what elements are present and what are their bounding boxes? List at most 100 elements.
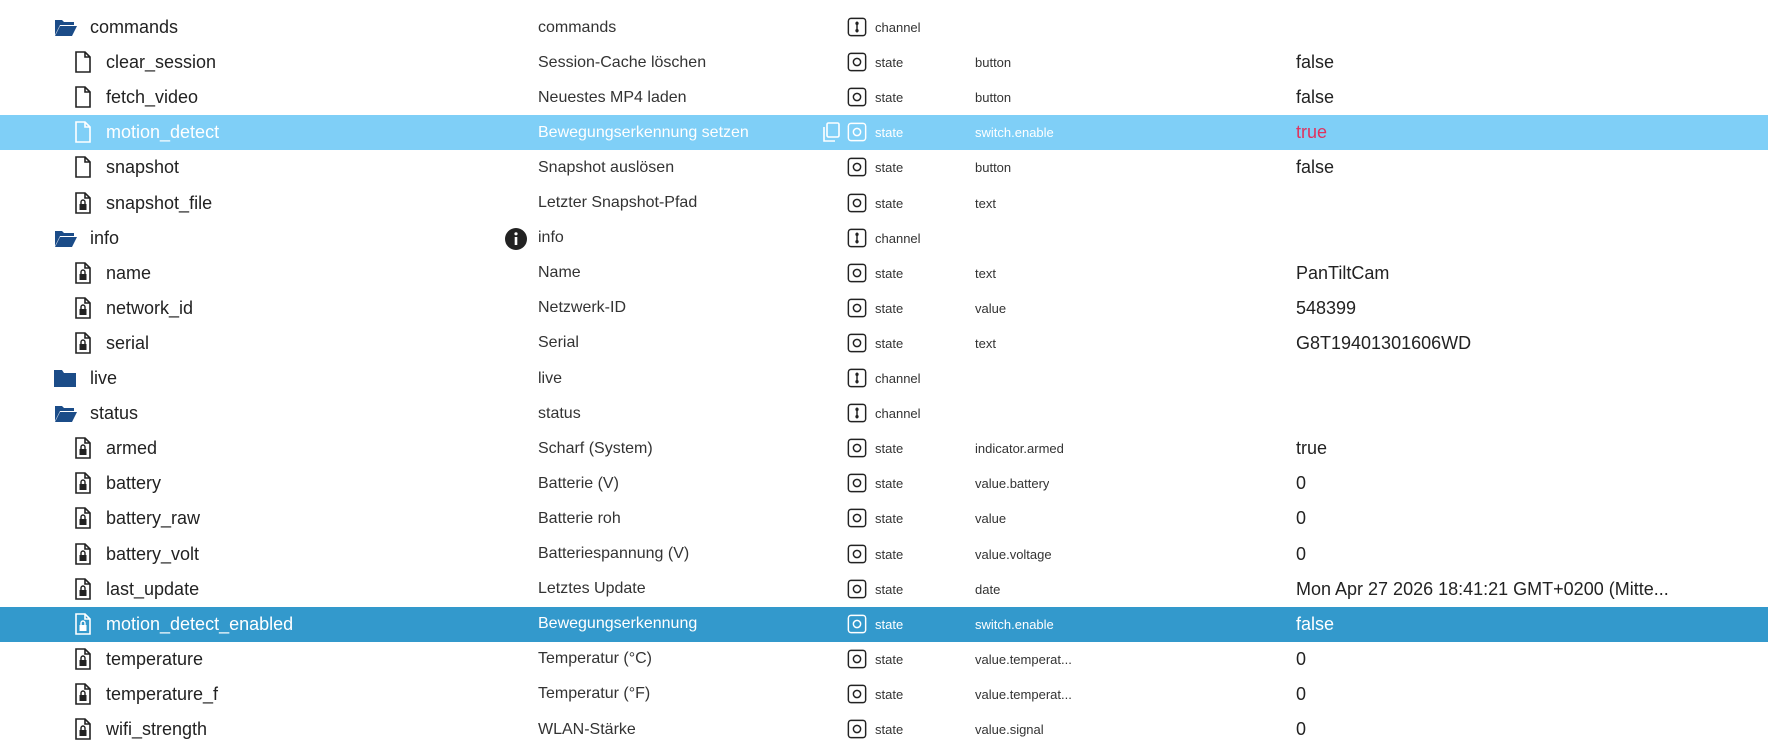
object-id: wifi_strength [106,719,208,739]
state-icon [847,684,869,706]
info-icon[interactable] [504,227,528,251]
object-name: Temperatur (°F) [538,685,651,703]
file-lock-icon [74,472,98,495]
object-id: clear_session [106,52,217,73]
object-type: state [875,335,904,351]
file-lock-icon [74,647,98,670]
object-value[interactable]: 0 [1296,544,1306,565]
tree-row-temperature-f[interactable]: temperature_f Temperatur (°F) state value.t… [0,677,1768,712]
tree-row-battery-raw[interactable]: battery_raw Batterie roh state value 0 [0,501,1768,536]
object-value[interactable]: 0 [1296,649,1306,670]
object-type: channel [875,371,921,386]
object-name: commands [538,18,617,36]
folder-open-icon[interactable] [52,16,77,38]
object-role: text [975,195,996,211]
tree-row-motion-detect-enabled[interactable]: motion_detect_enabled Bewegungserkennung s… [0,606,1768,642]
object-name: Session-Cache löschen [538,53,707,71]
object-name: WLAN-Stärke [538,720,636,738]
object-type: state [875,441,904,457]
tree-row-live[interactable]: live live channel [0,361,1768,396]
object-id: battery_volt [106,543,200,564]
object-role: value.battery [975,476,1050,492]
object-id: fetch_video [106,87,199,108]
object-value[interactable]: 0 [1296,508,1306,529]
file-icon [74,51,98,73]
tree-row-fetch-video[interactable]: fetch_video Neuestes MP4 laden state button… [0,80,1768,115]
object-role: switch.enable [975,616,1054,632]
state-icon [847,52,869,74]
folder-closed-icon[interactable] [52,367,76,389]
object-id: battery_raw [106,508,201,529]
object-value[interactable]: true [1296,122,1327,143]
tree-row-clear-session[interactable]: clear_session Session-Cache löschen state b… [0,45,1768,80]
object-value[interactable]: 548399 [1296,298,1356,319]
object-value[interactable]: false [1296,52,1334,73]
object-value[interactable]: PanTiltCam [1296,263,1389,284]
tree-row-motion-detect[interactable]: motion_detect Bewegungserkennung setzen st… [0,115,1768,151]
object-role: value [975,300,1007,316]
tree-row-commands[interactable]: commands commands channel [0,10,1768,45]
object-name: live [538,369,563,387]
object-type: state [875,195,904,211]
folder-open-icon[interactable] [52,402,77,424]
copy-icon[interactable] [820,121,842,143]
object-name: Bewegungserkennung [538,615,698,633]
object-value[interactable]: G8T19401301606WD [1296,333,1471,354]
object-type: channel [875,406,921,422]
object-type: state [875,90,904,106]
state-icon [847,87,869,109]
tree-row-info[interactable]: info info channel [0,221,1768,256]
tree-row-serial[interactable]: serial Serial state text G8T19401301606WD [0,326,1768,361]
object-value[interactable]: Mon Apr 27 2026 18:41:21 GMT+0200 (Mitte… [1296,579,1669,600]
channel-icon [847,17,869,39]
tree-row-temperature[interactable]: temperature Temperatur (°C) state value.tem… [0,642,1768,677]
object-tree: commands commands channel clear_session Sess… [0,0,1768,750]
object-value[interactable]: true [1296,438,1327,459]
tree-row-battery-volt[interactable]: battery_volt Batteriespannung (V) state val… [0,537,1768,572]
object-value[interactable]: 0 [1296,684,1306,705]
object-value[interactable]: false [1296,614,1334,635]
tree-row-status[interactable]: status status channel [0,396,1768,431]
object-id: armed [106,438,158,459]
file-lock-icon [74,261,98,284]
tree-row-battery[interactable]: battery Batterie (V) state value.battery 0 [0,466,1768,501]
object-id: live [90,368,118,388]
state-icon [847,157,869,179]
tree-row-snapshot-file[interactable]: snapshot_file Letzter Snapshot-Pfad state t… [0,186,1768,221]
object-role: text [975,265,996,281]
state-icon [847,544,869,566]
object-type: state [875,55,904,71]
file-lock-icon [74,612,98,635]
object-value[interactable]: 0 [1296,719,1306,740]
state-icon [847,263,869,285]
object-value[interactable]: false [1296,157,1334,178]
object-name: Batterie (V) [538,474,619,492]
object-role: indicator.armed [975,441,1064,457]
file-lock-icon [74,437,98,459]
state-icon [847,719,869,741]
object-value[interactable]: 0 [1296,473,1306,494]
object-value[interactable]: false [1296,87,1334,108]
object-role: text [975,335,996,351]
object-type: state [875,722,904,737]
tree-row-wifi-strength[interactable]: wifi_strength WLAN-Stärke state value.signa… [0,712,1768,747]
tree-row-snapshot[interactable]: snapshot Snapshot auslösen state button fals… [0,150,1768,185]
tree-row-network-id[interactable]: network_id Netzwerk-ID state value 548399 [0,291,1768,326]
object-name: Letztes Update [538,580,646,598]
object-name: Temperatur (°C) [538,650,652,668]
state-icon [847,508,869,530]
tree-row-last-update[interactable]: last_update Letztes Update state date Mon Ap… [0,572,1768,607]
tree-row-armed[interactable]: armed Scharf (System) state indicator.armed… [0,431,1768,466]
object-role: button [975,55,1012,71]
file-icon [74,121,98,144]
object-type: channel [875,20,921,35]
object-role: value [975,511,1007,527]
object-id: motion_detect_enabled [106,613,294,634]
object-name: Letzter Snapshot-Pfad [538,194,698,211]
folder-open-icon[interactable] [52,227,77,249]
file-icon [74,156,98,179]
tree-row-name[interactable]: name Name state text PanTiltCam [0,256,1768,291]
object-type: state [875,125,904,141]
object-id: commands [90,17,179,37]
object-id: info [90,227,120,248]
